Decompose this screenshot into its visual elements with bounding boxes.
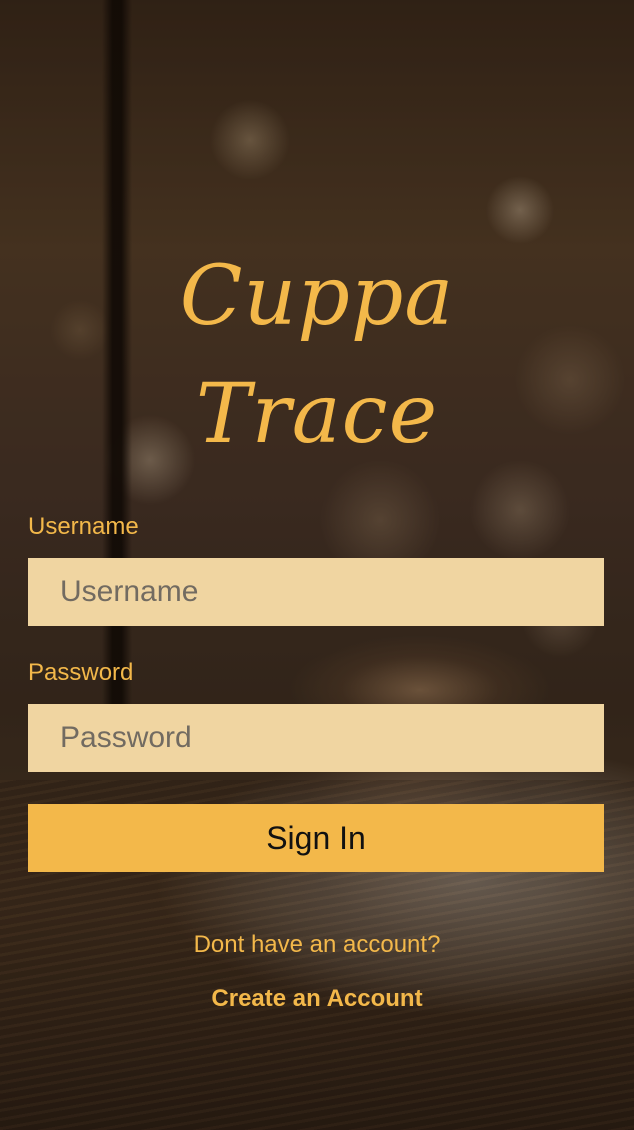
login-screen: Cuppa Trace Username Password Sign In Do… [0, 0, 634, 1130]
app-logo: Cuppa Trace [0, 238, 634, 474]
username-label: Username [28, 513, 139, 540]
username-input[interactable] [28, 558, 604, 626]
login-content: Cuppa Trace Username Password Sign In Do… [0, 0, 634, 1130]
sign-in-button[interactable]: Sign In [28, 804, 604, 872]
create-account-link[interactable]: Create an Account [0, 984, 634, 1014]
logo-line-1: Cuppa [179, 249, 455, 344]
password-input[interactable] [28, 704, 604, 772]
password-label: Password [28, 659, 134, 686]
logo-line-2: Trace [195, 367, 439, 462]
no-account-prompt: Dont have an account? [193, 931, 441, 958]
